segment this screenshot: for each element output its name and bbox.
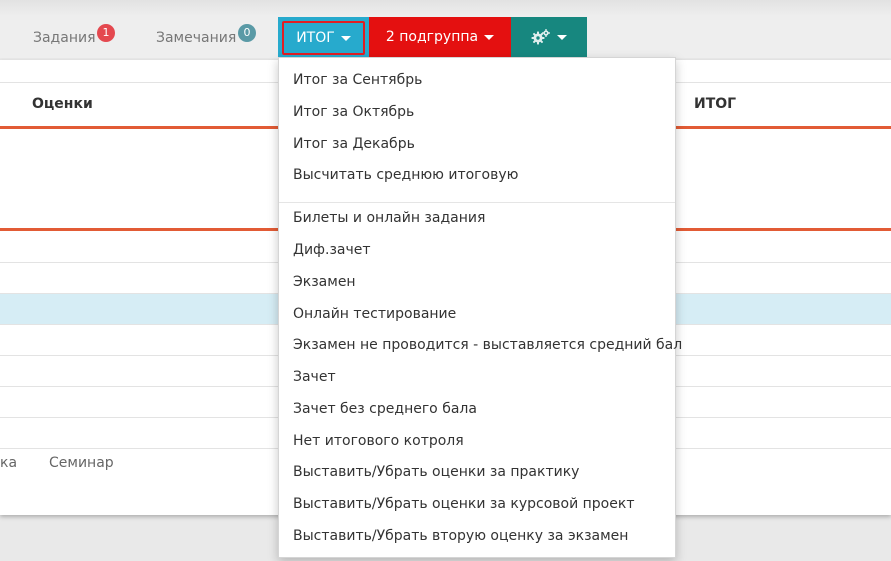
tab-tasks-label: Задания [33,30,96,46]
menu-item-credit-no-average[interactable]: Зачет без среднего бала [293,401,477,417]
remarks-count-badge: 0 [238,24,256,42]
itog-dropdown-button[interactable]: ИТОГ [278,17,369,57]
subgroup-dropdown-button[interactable]: 2 подгруппа [369,17,511,57]
caret-down-icon [557,35,567,40]
menu-item-no-exam-average[interactable]: Экзамен не проводится - выставляется сре… [293,337,682,353]
caret-down-icon [484,34,495,40]
tab-tasks[interactable]: Задания 1 [33,24,115,46]
tab-remarks-label: Замечания [156,30,237,46]
menu-item-toggle-second-exam-grade[interactable]: Выставить/Убрать вторую оценку за экзаме… [293,528,628,544]
caret-down-icon [340,35,351,41]
itog-button-label: ИТОГ [296,30,335,46]
column-header-grades: Оценки [32,96,93,112]
menu-item-diff-credit[interactable]: Диф.зачет [293,242,371,258]
menu-item-itog-december[interactable]: Итог за Декабрь [293,136,415,152]
subgroup-button-label: 2 подгруппа [385,29,479,45]
menu-divider [279,202,675,203]
menu-item-toggle-practice-grades[interactable]: Выставить/Убрать оценки за практику [293,464,579,480]
menu-item-calc-average[interactable]: Высчитать среднюю итоговую [293,167,518,183]
top-nav-bar: Задания 1 Замечания 0 ИТОГ 2 подгруппа [0,0,891,58]
itog-dropdown-menu: Итог за Сентябрь Итог за Октябрь Итог за… [278,57,682,558]
menu-item-online-testing[interactable]: Онлайн тестирование [293,306,456,322]
bottom-tab-seminar[interactable]: Семинар [49,455,114,471]
menu-item-no-final-control[interactable]: Нет итогового котроля [293,433,464,449]
tab-remarks[interactable]: Замечания 0 [156,24,256,46]
settings-dropdown-button[interactable] [511,17,587,57]
gears-icon [531,29,550,45]
menu-item-credit[interactable]: Зачет [293,369,336,385]
menu-item-itog-september[interactable]: Итог за Сентябрь [293,72,422,88]
column-header-itog: ИТОГ [694,96,737,112]
tasks-count-badge: 1 [97,24,115,42]
menu-item-tickets-online[interactable]: Билеты и онлайн задания [293,210,485,226]
menu-item-toggle-course-project-grades[interactable]: Выставить/Убрать оценки за курсовой прое… [293,496,634,512]
menu-item-exam[interactable]: Экзамен [293,274,356,290]
menu-item-itog-october[interactable]: Итог за Октябрь [293,104,414,120]
bottom-tab-practice[interactable]: ка [0,455,17,471]
